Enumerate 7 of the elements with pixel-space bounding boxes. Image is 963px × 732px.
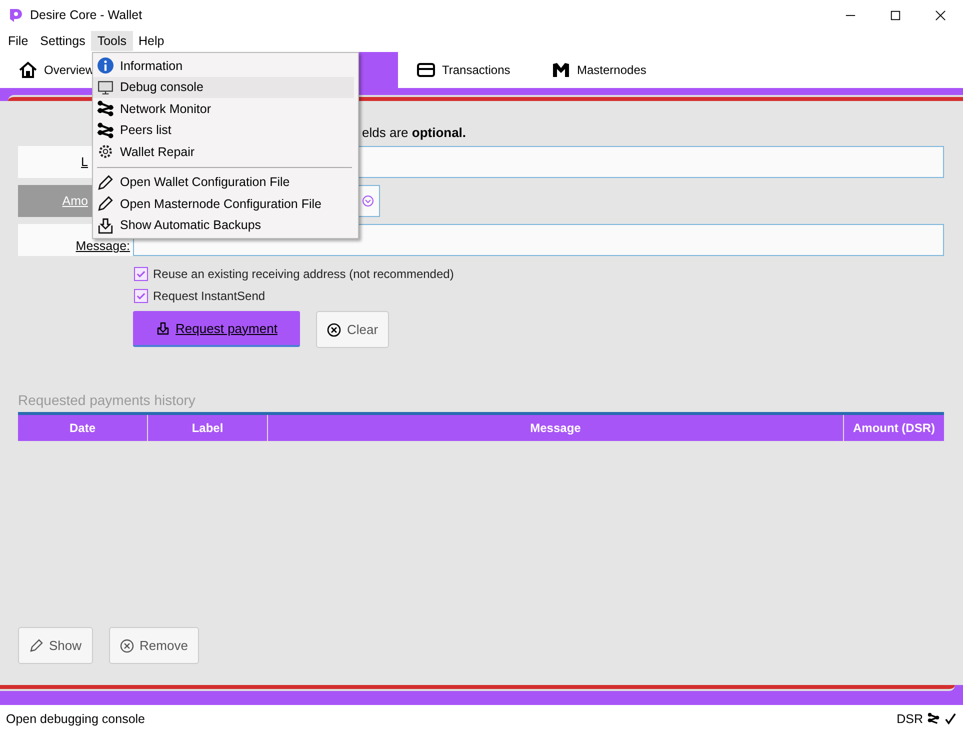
unit-label: DSR (896, 712, 923, 726)
section-title: Requested payments history (18, 392, 196, 410)
form-hint: elds are optional. (362, 125, 468, 140)
window-title: Desire Core - Wallet (30, 8, 142, 22)
checkbox-label: Request InstantSend (153, 289, 266, 303)
status-text: Open debugging console (6, 712, 146, 726)
checkbox-label: Reuse an existing receiving address (not recommended) (153, 267, 454, 281)
